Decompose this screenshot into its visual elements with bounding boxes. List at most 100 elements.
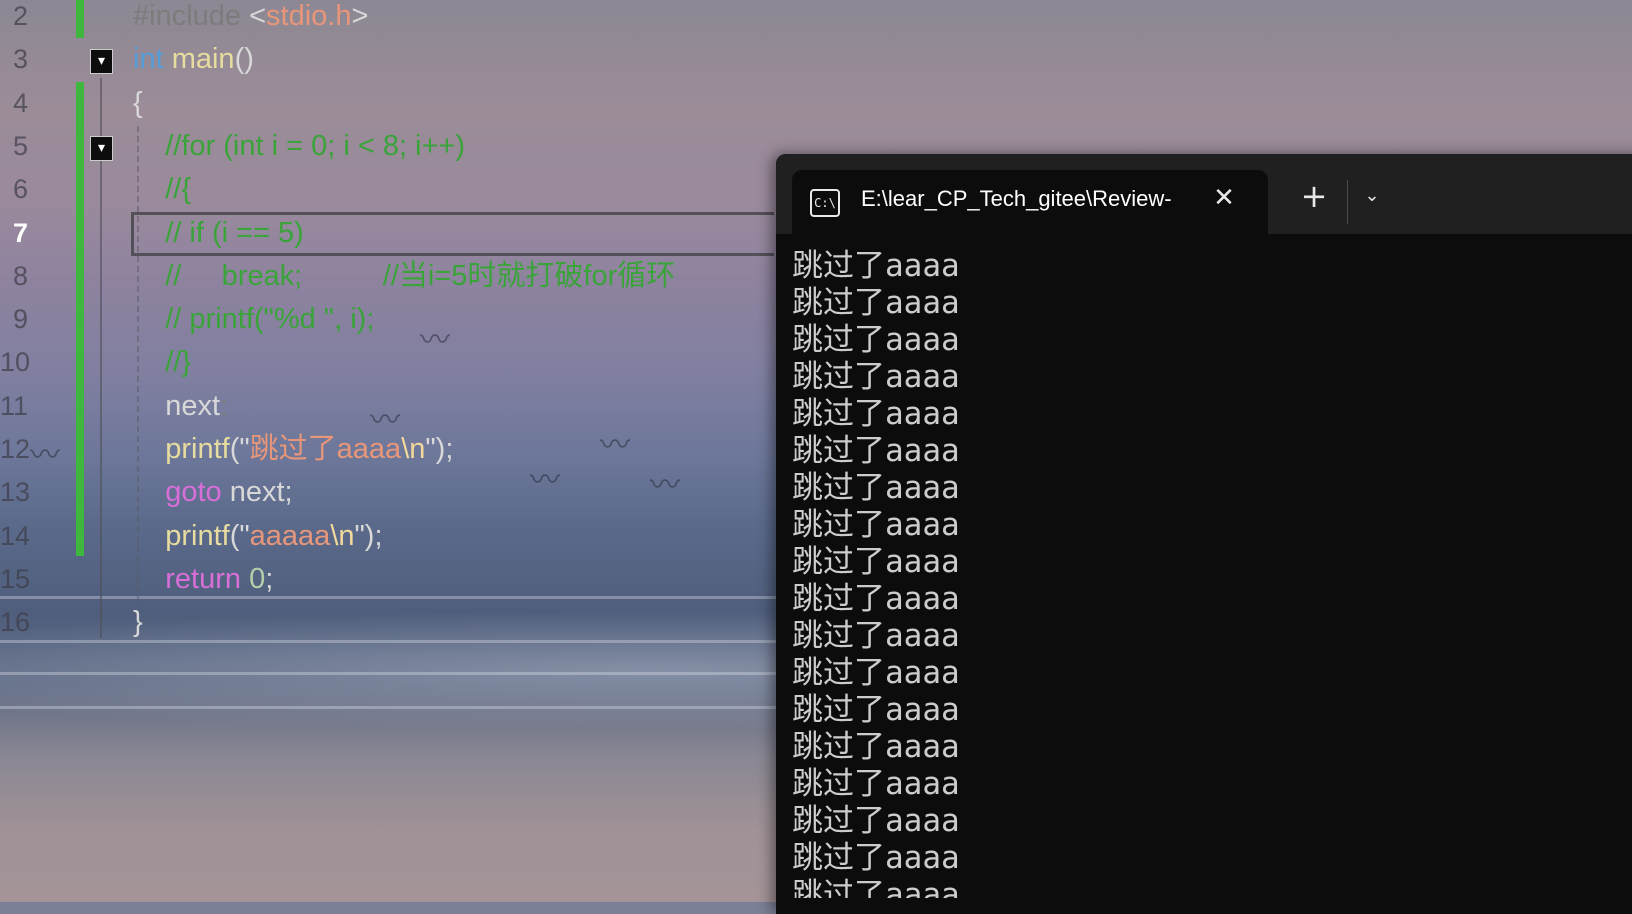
code-text: //{: [133, 167, 191, 211]
line-number: 9: [12, 304, 28, 335]
terminal-output-line: 跳过了aaaa: [792, 840, 960, 876]
terminal-output-line: 跳过了aaaa: [792, 507, 960, 543]
code-line[interactable]: 15 return 0;: [0, 557, 760, 601]
code-line[interactable]: 13 goto next;: [0, 470, 760, 514]
code-token: int: [133, 43, 164, 76]
terminal-output-line: 跳过了aaaa: [792, 322, 960, 358]
code-text: int main(): [133, 37, 254, 81]
code-line[interactable]: 4{: [0, 81, 760, 125]
line-number: 15: [0, 563, 31, 594]
code-token: (": [229, 519, 250, 552]
code-token: // if (i == 5): [133, 216, 304, 249]
code-token: ");: [354, 519, 383, 552]
code-token: // printf("%d ", i);: [133, 303, 375, 336]
line-number: 7: [12, 217, 28, 248]
terminal-tab-bar: C:\ E:\lear_CP_Tech_gitee\Review- ✕ + ⌄: [776, 154, 1632, 234]
terminal-output-line: 跳过了aaaa: [792, 729, 960, 765]
terminal-output-line: 跳过了aaaa: [792, 692, 960, 728]
code-token: (): [234, 43, 254, 76]
code-token: stdio.h: [266, 0, 352, 32]
line-number: 8: [12, 260, 28, 291]
line-number: 3: [12, 44, 28, 75]
terminal-output-line: 跳过了aaaa: [792, 877, 960, 898]
code-text: #include <stdio.h>: [133, 0, 368, 38]
code-token: ");: [425, 433, 454, 465]
code-token: main: [171, 43, 235, 76]
line-number: 11: [0, 390, 29, 421]
code-token: next: [133, 389, 221, 422]
code-text: goto next;: [133, 470, 293, 514]
code-line[interactable]: 12 printf("跳过了aaaa\n");: [0, 427, 760, 471]
line-number: 13: [0, 477, 31, 508]
code-token: goto: [165, 476, 222, 509]
code-token: \n: [330, 519, 355, 552]
code-token: ;: [265, 562, 274, 595]
line-number: 4: [12, 87, 28, 118]
code-text: next:: [133, 384, 228, 428]
code-token: #include: [133, 0, 250, 32]
terminal-tab[interactable]: C:\ E:\lear_CP_Tech_gitee\Review- ✕: [792, 170, 1268, 234]
terminal-output-line: 跳过了aaaa: [792, 803, 960, 839]
code-line[interactable]: 16}: [0, 600, 760, 644]
code-line[interactable]: 7 // if (i == 5): [0, 211, 760, 255]
terminal-output[interactable]: 跳过了aaaa 跳过了aaaa 跳过了aaaa 跳过了aaaa 跳过了aaaa 跳过了aa…: [792, 248, 1632, 898]
code-line[interactable]: 11 next:: [0, 384, 760, 428]
line-number: 5: [12, 130, 28, 161]
terminal-output-line: 跳过了aaaa: [792, 581, 960, 617]
terminal-output-line: 跳过了aaaa: [792, 766, 960, 802]
code-text: }: [133, 600, 143, 644]
terminal-output-line: 跳过了aaaa: [792, 470, 960, 506]
line-number: 16: [0, 607, 31, 638]
code-token: //{: [133, 173, 192, 206]
line-number: 14: [0, 520, 31, 551]
code-text: {: [133, 81, 143, 125]
code-line[interactable]: 5 //for (int i = 0; i < 8; i++): [0, 124, 760, 168]
code-token: printf: [165, 519, 230, 552]
code-text: // if (i == 5): [133, 211, 304, 255]
terminal-window[interactable]: C:\ E:\lear_CP_Tech_gitee\Review- ✕ + ⌄ …: [776, 154, 1632, 914]
code-token: <: [249, 0, 267, 32]
terminal-output-line: 跳过了aaaa: [792, 248, 960, 284]
code-line[interactable]: 2 #include <stdio.h>: [0, 0, 760, 38]
terminal-output-line: 跳过了aaaa: [792, 618, 960, 654]
new-tab-icon[interactable]: +: [1294, 176, 1334, 216]
code-line[interactable]: 10 //}: [0, 340, 760, 384]
code-token: //}: [133, 346, 192, 379]
code-line[interactable]: 3 int main(): [0, 37, 760, 81]
code-text: return 0;: [133, 557, 273, 601]
tab-title: E:\lear_CP_Tech_gitee\Review-: [861, 186, 1172, 211]
code-token: return: [165, 562, 241, 595]
code-token: //for (int i = 0; i < 8; i++): [133, 129, 466, 162]
code-line[interactable]: 6 //{: [0, 167, 760, 211]
code-token: \n: [401, 433, 426, 465]
code-line[interactable]: 8 // break; //当i=5时就打破for循环: [0, 254, 760, 298]
code-token: // break; //当i=5时就打破for循环: [133, 259, 676, 292]
code-token: next;: [221, 476, 293, 509]
terminal-output-line: 跳过了aaaa: [792, 655, 960, 691]
code-line[interactable]: 14 printf("aaaaa\n");: [0, 514, 760, 558]
code-token: aaaaa: [249, 519, 331, 552]
code-line[interactable]: 9 // printf("%d ", i);: [0, 297, 760, 341]
code-token: 0: [249, 562, 266, 595]
code-token: printf: [165, 433, 230, 465]
code-token: (": [229, 433, 250, 465]
code-text: printf("跳过了aaaa\n");: [133, 427, 453, 471]
code-text: // printf("%d ", i);: [133, 297, 374, 341]
code-token: >: [351, 0, 369, 32]
tab-separator: [1347, 180, 1348, 224]
code-token: {: [133, 86, 143, 119]
terminal-output-line: 跳过了aaaa: [792, 285, 960, 321]
cmd-icon: C:\: [810, 189, 840, 217]
code-token: }: [133, 606, 143, 639]
code-text: // break; //当i=5时就打破for循环: [133, 254, 675, 298]
chevron-down-icon[interactable]: ⌄: [1352, 176, 1392, 216]
terminal-output-line: 跳过了aaaa: [792, 433, 960, 469]
terminal-output-line: 跳过了aaaa: [792, 359, 960, 395]
close-tab-icon[interactable]: ✕: [1204, 178, 1244, 218]
